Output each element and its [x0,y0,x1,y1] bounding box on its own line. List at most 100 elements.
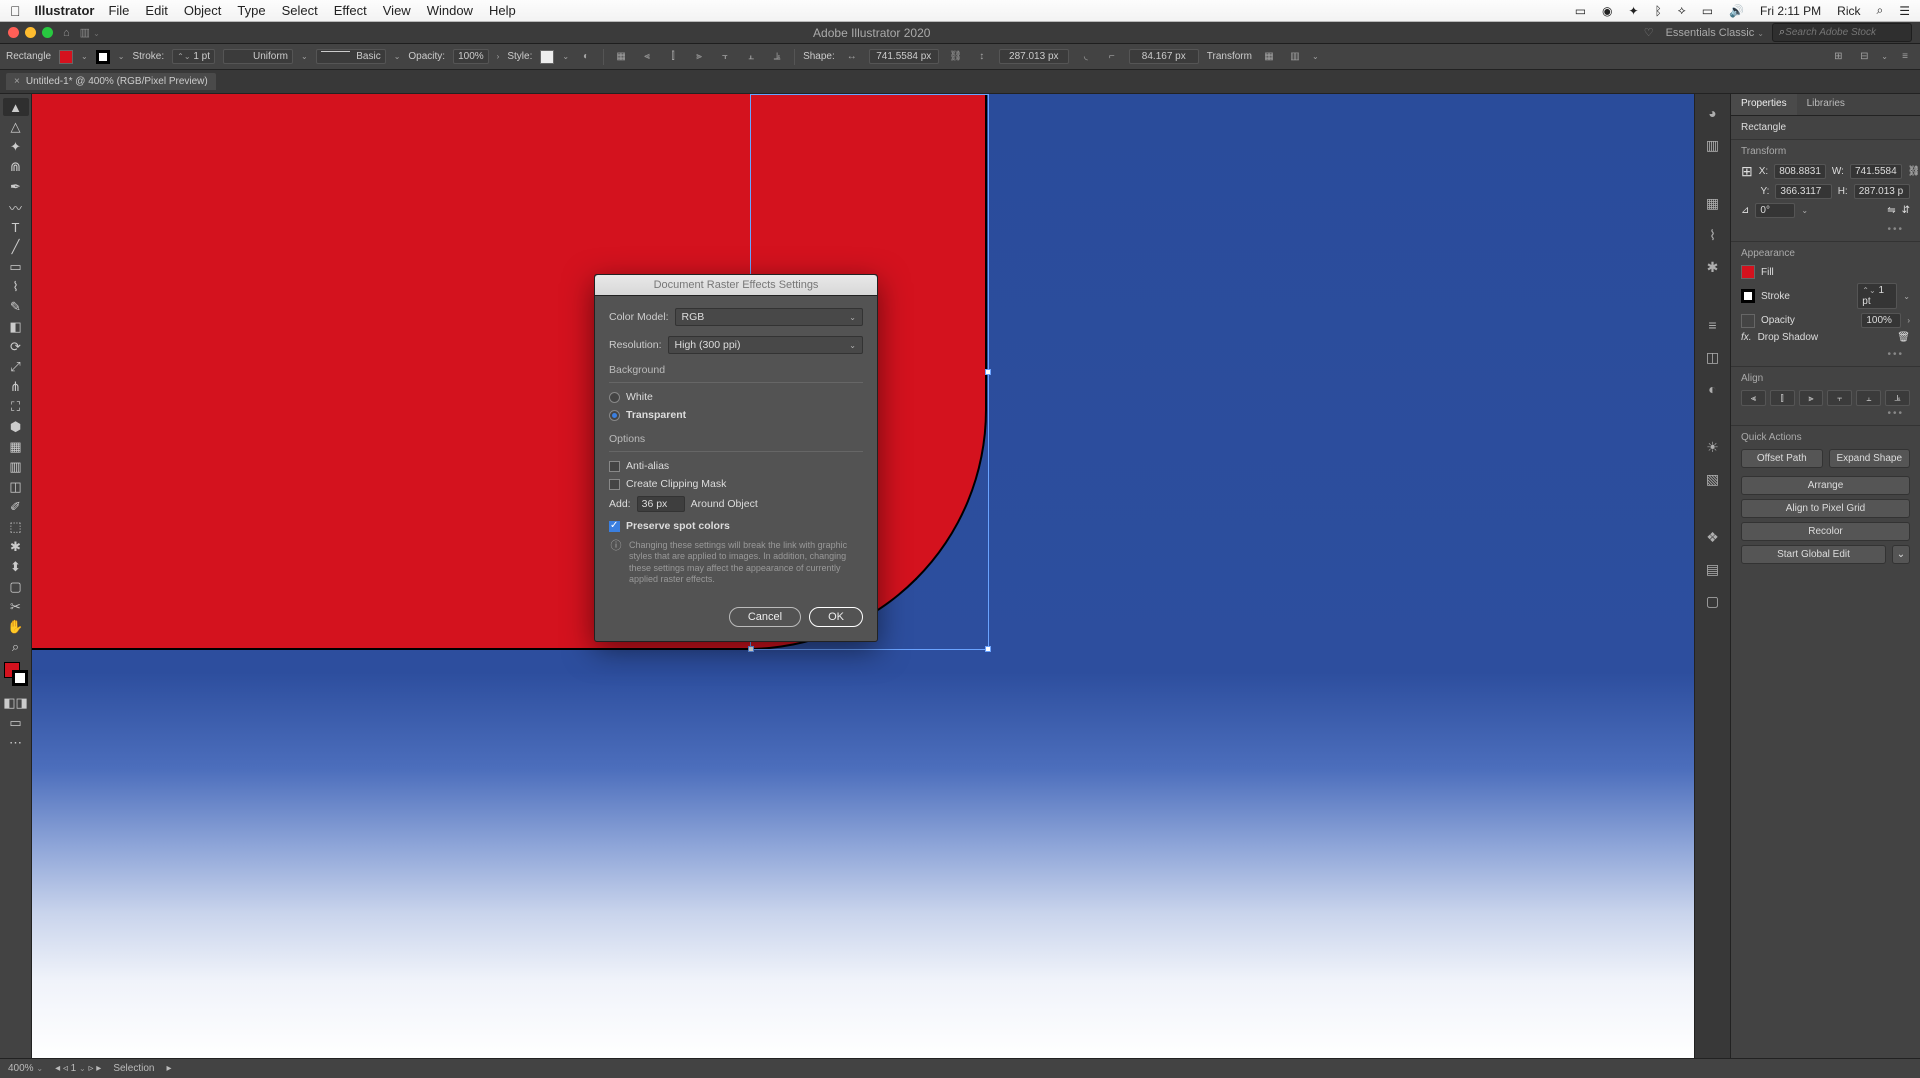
asset-export-panel-icon[interactable]: ▤ [1703,560,1723,578]
free-transform-tool[interactable]: ⛶ [3,398,29,416]
y-field[interactable]: 366.3117 [1775,184,1831,199]
brushes-panel-icon[interactable]: ⌇ [1703,226,1723,244]
color-model-select[interactable]: RGB⌄ [675,308,863,326]
lasso-tool[interactable]: ⋒ [3,158,29,176]
gpu-icon[interactable]: ♡ [1644,26,1654,39]
clipping-mask-checkbox[interactable]: Create Clipping Mask [609,478,863,490]
corner-type-icon[interactable]: ⌐ [1103,48,1121,66]
w-field[interactable]: 741.5584 [1850,164,1902,179]
slice-tool[interactable]: ✂ [3,598,29,616]
pixel-snap-icon[interactable]: ▥ [1286,48,1304,66]
menu-edit[interactable]: Edit [145,3,167,18]
fill-swatch[interactable] [1741,265,1755,279]
canvas[interactable]: Document Raster Effects Settings Color M… [32,94,1694,1058]
stroke-swatch[interactable] [96,50,110,64]
align-vcenter[interactable]: ⫠ [1856,390,1881,406]
bluetooth-icon[interactable]: ᛒ [1655,4,1662,18]
menu-window[interactable]: Window [427,3,473,18]
cancel-button[interactable]: Cancel [729,607,801,627]
color-mode-icons[interactable]: ◧◨ [3,694,29,712]
appearance-panel-icon[interactable]: ☀ [1703,438,1723,456]
artboards-panel-icon[interactable]: ▢ [1703,592,1723,610]
eraser-tool[interactable]: ◧ [3,318,29,336]
add-value-field[interactable]: 36 px [637,496,685,512]
corner-field[interactable]: 84.167 px [1129,49,1199,64]
stroke-profile[interactable]: Basic [316,49,386,64]
spotlight-icon[interactable]: ⌕ [1877,3,1884,18]
clock[interactable]: Fri 2:11 PM [1760,4,1821,18]
offset-path-button[interactable]: Offset Path [1741,449,1823,468]
adobe-stock-search[interactable]: ⌕ [1772,23,1912,42]
link-wh-icon[interactable]: ⛓ [947,48,965,66]
delete-effect-icon[interactable]: 🗑 [1897,332,1910,343]
width-tool[interactable]: ⋔ [3,378,29,396]
align-pixel-grid-button[interactable]: Align to Pixel Grid [1741,499,1910,518]
fill-stroke-control[interactable] [4,662,28,686]
rotate-tool[interactable]: ⟳ [3,338,29,356]
opacity-swatch[interactable] [1741,314,1755,328]
start-global-edit-button[interactable]: Start Global Edit [1741,545,1886,564]
type-tool[interactable]: T [3,218,29,236]
opacity-flyout[interactable]: › [497,52,500,61]
halign-center-icon[interactable]: ⫿ [664,48,682,66]
tray-icon[interactable]: ▭ [1575,4,1586,18]
tab-properties[interactable]: Properties [1731,94,1797,115]
shape-builder-tool[interactable]: ⬢ [3,418,29,436]
tray-icon[interactable]: ◉ [1602,4,1612,18]
menu-type[interactable]: Type [237,3,265,18]
curvature-tool[interactable]: 〰 [3,198,29,216]
halign-left-icon[interactable]: ⫷ [638,48,656,66]
volume-icon[interactable]: 🔊 [1729,4,1744,18]
home-icon[interactable]: ⌂ [63,27,70,39]
symbols-panel-icon[interactable]: ✱ [1703,258,1723,276]
stroke-weight-field[interactable]: ⌃⌄ 1 pt [1857,283,1897,309]
align-right[interactable]: ⫸ [1799,390,1824,406]
artboard-nav[interactable]: ◂ ◃ 1 ⌄ ▹ ▸ [55,1063,101,1074]
resolution-select[interactable]: High (300 ppi)⌄ [668,336,863,354]
tray-icon[interactable]: ✦ [1629,4,1639,18]
panel-mode-icon[interactable]: ⊟ [1855,48,1873,66]
blend-tool[interactable]: ⬚ [3,518,29,536]
fill-swatch[interactable] [59,50,73,64]
opacity-field[interactable]: 100% [1861,313,1901,328]
perspective-tool[interactable]: ▦ [3,438,29,456]
x-field[interactable]: 808.8831 [1774,164,1826,179]
expand-shape-button[interactable]: Expand Shape [1829,449,1911,468]
opacity-field[interactable]: 100% [453,49,489,64]
zoom-tool[interactable]: ⌕ [3,638,29,656]
rectangle-tool[interactable]: ▭ [3,258,29,276]
color-guide-panel-icon[interactable]: ▥ [1703,136,1723,154]
more-options[interactable]: ••• [1741,347,1910,360]
align-hcenter[interactable]: ⫿ [1770,390,1795,406]
align-icon[interactable]: ▦ [612,48,630,66]
menu-file[interactable]: File [108,3,129,18]
panel-toggle-icon[interactable]: ⊞ [1829,48,1847,66]
align-bottom[interactable]: ⫡ [1885,390,1910,406]
arrange-button[interactable]: Arrange [1741,476,1910,495]
selection-tool[interactable]: ▲ [3,98,29,116]
anti-alias-checkbox[interactable]: Anti-alias [609,460,863,472]
stroke-panel-icon[interactable]: ≡ [1703,316,1723,334]
rotate-field[interactable]: 0° [1755,203,1795,218]
transparency-panel-icon[interactable]: ◐ [1703,380,1723,398]
tab-close-icon[interactable]: × [14,76,20,87]
flip-v-icon[interactable]: ⇵ [1902,205,1910,216]
zoom-level[interactable]: 400% ⌄ [8,1063,43,1074]
display-icon[interactable]: ▭ [1702,4,1713,18]
gradient-tool[interactable]: ◫ [3,478,29,496]
global-edit-options[interactable]: ⌄ [1892,545,1910,564]
panel-menu-icon[interactable]: ≡ [1896,48,1914,66]
paintbrush-tool[interactable]: ⌇ [3,278,29,296]
apple-icon[interactable]:  [10,3,21,19]
gradient-panel-icon[interactable]: ◫ [1703,348,1723,366]
style-swatch[interactable] [540,50,554,64]
align-top[interactable]: ⫟ [1827,390,1852,406]
menu-object[interactable]: Object [184,3,222,18]
workspace-switcher[interactable]: Essentials Classic ⌄ [1666,27,1764,39]
link-wh-icon[interactable]: ⛓ [1908,166,1920,177]
user-menu[interactable]: Rick [1837,4,1860,18]
line-tool[interactable]: ╱ [3,238,29,256]
edit-toolbar[interactable]: ⋯ [3,734,29,752]
wifi-icon[interactable]: ⟡ [1678,3,1686,18]
flip-h-icon[interactable]: ⇋ [1887,205,1895,216]
